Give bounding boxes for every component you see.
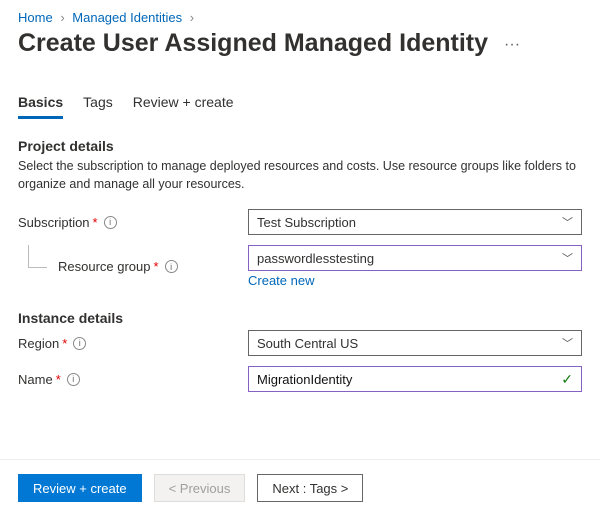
breadcrumb-managed-identities[interactable]: Managed Identities [72, 10, 182, 25]
chevron-down-icon: ﹀ [562, 214, 573, 230]
resource-group-select[interactable]: passwordlesstesting ﹀ [248, 245, 582, 271]
resource-group-label: Resource group [58, 259, 151, 274]
breadcrumb: Home › Managed Identities › [18, 10, 582, 25]
chevron-down-icon: ﹀ [562, 335, 573, 351]
name-field: Name * i MigrationIdentity ✓ [18, 366, 582, 392]
name-input[interactable]: MigrationIdentity ✓ [248, 366, 582, 392]
info-icon[interactable]: i [67, 373, 80, 386]
tab-review-create[interactable]: Review + create [133, 94, 234, 119]
checkmark-icon: ✓ [561, 371, 573, 388]
region-field: Region * i South Central US ﹀ [18, 330, 582, 356]
info-icon[interactable]: i [165, 260, 178, 273]
chevron-down-icon: ﹀ [562, 250, 573, 266]
subscription-select[interactable]: Test Subscription ﹀ [248, 209, 582, 235]
chevron-right-icon: › [190, 10, 194, 25]
tab-basics[interactable]: Basics [18, 94, 63, 119]
review-create-button[interactable]: Review + create [18, 474, 142, 502]
name-value: MigrationIdentity [257, 372, 352, 387]
subscription-field: Subscription * i Test Subscription ﹀ [18, 209, 582, 235]
name-label: Name [18, 372, 53, 387]
info-icon[interactable]: i [73, 337, 86, 350]
region-label: Region [18, 336, 59, 351]
project-details-description: Select the subscription to manage deploy… [18, 158, 578, 193]
page-title: Create User Assigned Managed Identity [18, 29, 488, 58]
region-value: South Central US [257, 336, 358, 351]
info-icon[interactable]: i [104, 216, 117, 229]
required-icon: * [56, 372, 61, 387]
chevron-right-icon: › [60, 10, 64, 25]
region-select[interactable]: South Central US ﹀ [248, 330, 582, 356]
subscription-label: Subscription [18, 215, 90, 230]
create-new-link[interactable]: Create new [248, 273, 314, 288]
required-icon: * [154, 259, 159, 274]
breadcrumb-home[interactable]: Home [18, 10, 53, 25]
next-button[interactable]: Next : Tags > [257, 474, 363, 502]
subscription-value: Test Subscription [257, 215, 356, 230]
tab-tags[interactable]: Tags [83, 94, 113, 119]
tabs: Basics Tags Review + create [18, 94, 582, 120]
resource-group-value: passwordlesstesting [257, 251, 374, 266]
more-actions-icon[interactable]: ··· [504, 36, 520, 54]
footer: Review + create < Previous Next : Tags > [0, 459, 600, 516]
required-icon: * [62, 336, 67, 351]
required-icon: * [93, 215, 98, 230]
instance-details-heading: Instance details [18, 310, 582, 326]
project-details-heading: Project details [18, 138, 582, 154]
previous-button: < Previous [154, 474, 246, 502]
resource-group-field: Resource group * i passwordlesstesting ﹀… [18, 245, 582, 288]
